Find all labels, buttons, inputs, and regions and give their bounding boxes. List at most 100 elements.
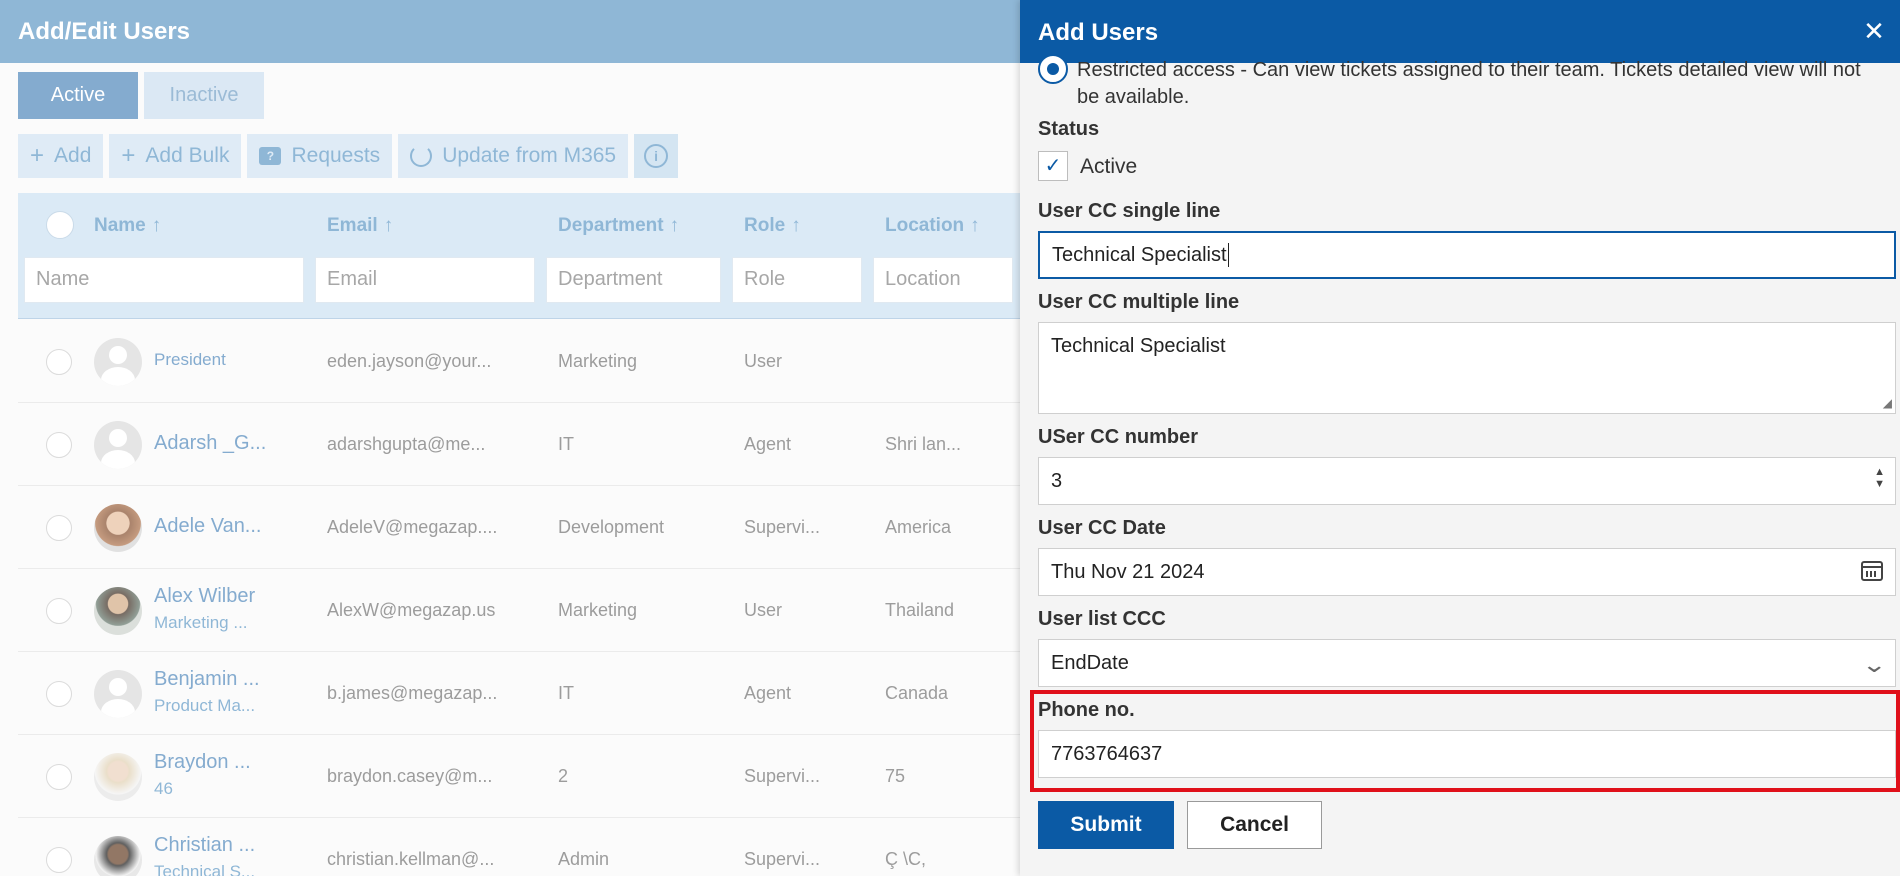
role-cell: Agent <box>744 434 792 454</box>
row-checkbox[interactable] <box>46 432 72 458</box>
avatar <box>94 338 142 386</box>
table-row[interactable]: Benjamin ... Product Ma... b.james@megaz… <box>18 652 1020 735</box>
avatar <box>94 421 142 469</box>
chevron-down-icon: ⌄ <box>1860 652 1887 677</box>
add-button[interactable]: + Add <box>18 134 104 178</box>
single-line-input[interactable]: Technical Specialist <box>1038 231 1896 279</box>
location-cell: 75 <box>885 766 906 786</box>
phone-label: Phone no. <box>1038 699 1135 721</box>
active-checkbox[interactable]: ✓ <box>1038 151 1068 181</box>
list-select[interactable]: EndDate ⌄ <box>1038 639 1896 687</box>
department-cell: IT <box>558 683 574 703</box>
phone-input[interactable]: 7763764637 <box>1038 730 1896 778</box>
email-filter-input[interactable]: Email <box>315 257 535 303</box>
role-cell: Supervi... <box>744 766 821 786</box>
status-tabs: Active Inactive <box>18 72 264 119</box>
email-cell: christian.kellman@... <box>327 849 495 869</box>
user-title: Marketing ... <box>154 613 248 632</box>
restricted-access-label: Restricted access - Can view tickets ass… <box>1077 59 1861 108</box>
update-m365-button[interactable]: Update from M365 <box>398 134 629 178</box>
sort-arrow-icon: ↑ <box>151 215 162 236</box>
email-cell: AdeleV@megazap.... <box>327 517 498 537</box>
table-row[interactable]: Adele Van... AdeleV@megazap.... Developm… <box>18 486 1020 569</box>
role-cell: Agent <box>744 683 792 703</box>
info-icon: i <box>644 144 669 168</box>
submit-button[interactable]: Submit <box>1038 801 1174 849</box>
avatar <box>94 753 142 801</box>
location-cell: Ç \C, <box>885 849 927 869</box>
table-row[interactable]: Alex Wilber Marketing ... AlexW@megazap.… <box>18 569 1020 652</box>
role-filter-input[interactable]: Role <box>732 257 862 303</box>
tab-inactive[interactable]: Inactive <box>144 72 264 119</box>
location-filter-input[interactable]: Location <box>873 257 1013 303</box>
date-input[interactable]: Thu Nov 21 2024 <box>1038 548 1896 596</box>
user-name-link[interactable]: Alex Wilber <box>154 585 255 608</box>
user-name-link[interactable]: President <box>154 350 226 370</box>
number-input[interactable]: 3 ▲ ▼ <box>1038 457 1896 505</box>
tab-active[interactable]: Active <box>18 72 138 119</box>
requests-button[interactable]: ? Requests <box>247 134 393 178</box>
email-cell: b.james@megazap... <box>327 683 498 703</box>
row-checkbox[interactable] <box>46 515 72 541</box>
column-role[interactable]: Role ↑ <box>744 215 801 237</box>
number-stepper-icon[interactable]: ▲ ▼ <box>1874 466 1885 490</box>
row-checkbox[interactable] <box>46 349 72 375</box>
refresh-icon <box>410 145 433 167</box>
user-name-link[interactable]: Adele Van... <box>154 515 261 538</box>
row-checkbox[interactable] <box>46 598 72 624</box>
department-cell: Admin <box>558 849 610 869</box>
user-name-link[interactable]: Braydon ... <box>154 751 251 774</box>
restricted-access-radio[interactable] <box>1038 54 1068 84</box>
column-email-label: Email <box>327 215 378 236</box>
list-selected-value: EndDate <box>1051 651 1129 674</box>
status-label: Status <box>1038 118 1100 140</box>
user-title: 46 <box>154 779 173 798</box>
table-header: Name ↑ Email ↑ Department ↑ Role ↑ Location ↑… <box>18 193 1020 319</box>
toolbar: + Add + Add Bulk ? Requests Update from … <box>18 134 679 178</box>
cancel-button[interactable]: Cancel <box>1187 801 1322 849</box>
email-cell: adarshgupta@me... <box>327 434 486 454</box>
info-button[interactable]: i <box>634 134 679 178</box>
table-row[interactable]: President eden.jayson@your... Marketing … <box>18 320 1020 403</box>
list-label: User list CCC <box>1038 608 1166 630</box>
column-department[interactable]: Department ↑ <box>558 215 679 237</box>
requests-label: Requests <box>291 144 381 167</box>
calendar-icon[interactable] <box>1861 561 1883 581</box>
date-value: Thu Nov 21 2024 <box>1051 560 1205 583</box>
table-row[interactable]: Adarsh _G... adarshgupta@me... IT Agent … <box>18 403 1020 486</box>
column-location-label: Location <box>885 215 965 236</box>
row-checkbox[interactable] <box>46 764 72 790</box>
sort-arrow-icon: ↑ <box>791 215 801 236</box>
select-all-checkbox[interactable] <box>46 211 74 239</box>
table-row[interactable]: Braydon ... 46 braydon.casey@m... 2 Supe… <box>18 735 1020 818</box>
column-department-label: Department <box>558 215 664 236</box>
column-location[interactable]: Location ↑ <box>885 215 980 237</box>
multi-line-textarea[interactable]: Technical Specialist ◢ <box>1038 322 1896 414</box>
user-name-link[interactable]: Benjamin ... <box>154 668 260 691</box>
multi-line-value: Technical Specialist <box>1051 335 1226 357</box>
column-email[interactable]: Email ↑ <box>327 215 393 237</box>
add-bulk-button[interactable]: + Add Bulk <box>109 134 242 178</box>
sort-arrow-icon: ↑ <box>669 215 680 236</box>
row-checkbox[interactable] <box>46 681 72 707</box>
number-label: USer CC number <box>1038 426 1199 448</box>
table-row[interactable]: Christian ... Technical S... christian.k… <box>18 818 1020 876</box>
avatar <box>94 670 142 718</box>
page-title: Add/Edit Users <box>0 0 1020 63</box>
user-name-link[interactable]: Christian ... <box>154 834 255 857</box>
add-label: Add <box>54 144 92 167</box>
avatar <box>94 836 142 876</box>
email-cell: AlexW@megazap.us <box>327 600 496 620</box>
department-cell: 2 <box>558 766 569 786</box>
department-filter-input[interactable]: Department <box>546 257 721 303</box>
department-cell: Development <box>558 517 665 537</box>
column-name[interactable]: Name ↑ <box>94 215 161 237</box>
user-name-link[interactable]: Adarsh _G... <box>154 432 266 455</box>
close-icon[interactable]: ✕ <box>1862 18 1886 44</box>
row-checkbox[interactable] <box>46 847 72 873</box>
avatar <box>94 504 142 552</box>
plus-icon: + <box>121 142 136 169</box>
location-cell: Thailand <box>885 600 955 620</box>
name-filter-input[interactable]: Name <box>24 257 304 303</box>
resize-handle-icon[interactable]: ◢ <box>1883 396 1892 410</box>
